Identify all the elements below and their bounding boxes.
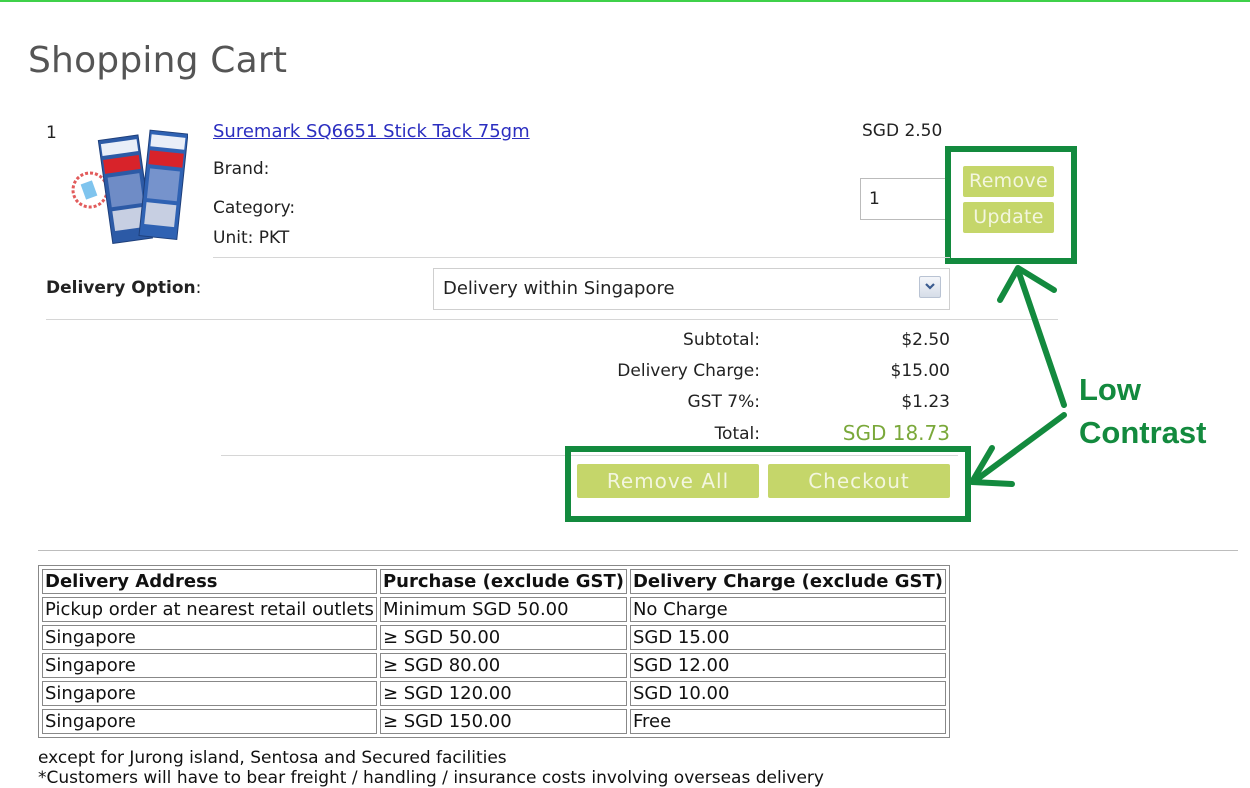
column-header: Delivery Address [42, 569, 377, 594]
total-value: SGD 18.73 [842, 421, 950, 445]
category-label: Category: [213, 198, 296, 218]
table-header-row: Delivery Address Purchase (exclude GST) … [42, 569, 946, 594]
table-cell: ≥ SGD 120.00 [379, 681, 627, 706]
table-cell: ≥ SGD 80.00 [379, 653, 627, 678]
table-row: Singapore ≥ SGD 150.00 Free [42, 709, 946, 734]
subtotal-label: Subtotal: [683, 330, 760, 350]
chevron-down-icon[interactable] [919, 276, 941, 298]
table-row: Singapore ≥ SGD 50.00 SGD 15.00 [42, 625, 946, 650]
delivery-option-label: Delivery Option: [46, 278, 201, 298]
table-cell: Minimum SGD 50.00 [379, 597, 627, 622]
subtotal-value: $2.50 [901, 330, 950, 350]
delivery-charge-label: Delivery Charge: [617, 361, 760, 381]
item-number: 1 [46, 123, 57, 143]
annotation-contrast: Contrast [1079, 415, 1207, 450]
table-row: Singapore ≥ SGD 80.00 SGD 12.00 [42, 653, 946, 678]
table-cell: Singapore [42, 625, 377, 650]
highlight-box-checkout-buttons [565, 446, 971, 522]
unit-label: Unit: PKT [213, 228, 290, 248]
delivery-divider [46, 319, 1058, 320]
brand-label: Brand: [213, 159, 270, 179]
product-name-link[interactable]: Suremark SQ6651 Stick Tack 75gm [213, 121, 530, 142]
table-cell: SGD 15.00 [629, 625, 946, 650]
column-header: Delivery Charge (exclude GST) [629, 569, 946, 594]
footnote-overseas: *Customers will have to bear freight / h… [38, 768, 824, 788]
delivery-charge-value: $15.00 [890, 361, 950, 381]
table-cell: ≥ SGD 50.00 [379, 625, 627, 650]
table-cell: Singapore [42, 681, 377, 706]
annotation-low: Low [1079, 372, 1141, 407]
delivery-rates-table: Delivery Address Purchase (exclude GST) … [38, 565, 950, 738]
table-cell: Free [629, 709, 946, 734]
delivery-option-value: Delivery within Singapore [443, 278, 675, 299]
table-row: Singapore ≥ SGD 120.00 SGD 10.00 [42, 681, 946, 706]
highlight-box-item-buttons [945, 146, 1077, 264]
table-cell: Singapore [42, 709, 377, 734]
page-title: Shopping Cart [28, 40, 288, 81]
item-price: SGD 2.50 [862, 121, 943, 141]
section-divider [38, 550, 1238, 551]
item-divider [213, 257, 950, 258]
table-cell: Singapore [42, 653, 377, 678]
table-cell: ≥ SGD 150.00 [379, 709, 627, 734]
annotation-arrows [969, 265, 1067, 487]
total-label: Total: [714, 424, 760, 444]
quantity-input[interactable] [860, 178, 948, 220]
column-header: Purchase (exclude GST) [379, 569, 627, 594]
delivery-option-select[interactable]: Delivery within Singapore [433, 268, 950, 310]
gst-value: $1.23 [901, 392, 950, 412]
table-cell: SGD 10.00 [629, 681, 946, 706]
top-accent-line [0, 0, 1250, 2]
table-cell: Pickup order at nearest retail outlets [42, 597, 377, 622]
table-cell: No Charge [629, 597, 946, 622]
delivery-option-colon: : [195, 278, 202, 298]
product-image[interactable] [70, 124, 189, 250]
gst-label: GST 7%: [687, 392, 760, 412]
footnote-exceptions: except for Jurong island, Sentosa and Se… [38, 748, 507, 768]
table-row: Pickup order at nearest retail outlets M… [42, 597, 946, 622]
delivery-option-label-text: Delivery Option [46, 278, 196, 298]
table-cell: SGD 12.00 [629, 653, 946, 678]
